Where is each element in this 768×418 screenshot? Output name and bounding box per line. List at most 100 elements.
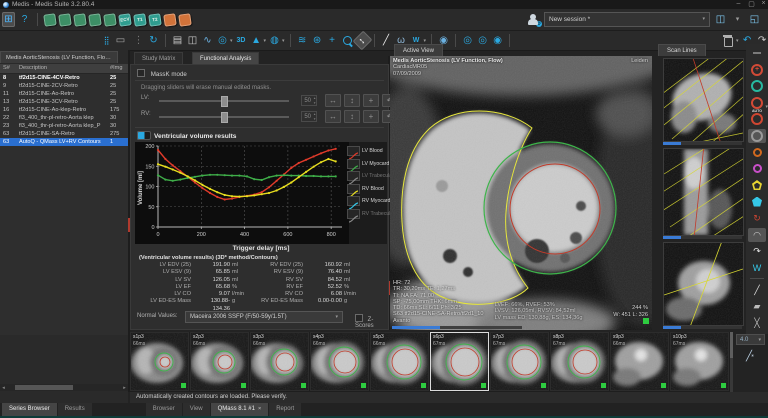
scan-lines-thumb-4cv[interactable] <box>663 58 744 142</box>
thumbnail-s2p3[interactable]: s2p366ms <box>190 332 249 391</box>
legend-item-lv-myocard[interactable]: LV Myocard <box>347 158 387 171</box>
app-qstrain-icon[interactable] <box>88 13 102 27</box>
delete-contour-icon[interactable]: ╳ <box>748 316 766 330</box>
scrollbar-thumb[interactable] <box>15 385 73 390</box>
settings-gear-icon[interactable]: ⊛ <box>311 33 324 48</box>
minimize-button[interactable]: – <box>732 0 745 7</box>
slider-spinbox[interactable]: 50▴▾ <box>301 111 317 122</box>
thumbnail-s7p3[interactable]: s7p367ms <box>490 332 549 391</box>
app-qflow-icon[interactable] <box>43 13 57 27</box>
qflow-icon-caret[interactable]: ▾ <box>230 38 233 44</box>
center-q-icon[interactable]: ◎ <box>476 33 489 48</box>
thumbnail-scrollbar[interactable] <box>730 332 733 392</box>
thumbnail-s8p3[interactable]: s8p367ms <box>550 332 609 391</box>
split-view-icon[interactable]: ◫ <box>186 33 199 48</box>
scan-thumb-3-scrollbar[interactable] <box>663 326 742 329</box>
table-row[interactable]: 9tf2d15-CINE-2CV-Retro25 <box>0 82 128 90</box>
expand-button[interactable]: + <box>363 110 379 123</box>
reset-view-icon[interactable]: ↻ <box>147 33 160 48</box>
scan-lines-thumb-lvot[interactable] <box>663 148 744 236</box>
mask-mode-checkbox[interactable] <box>137 69 145 77</box>
tab-study-matrix[interactable]: Study Matrix <box>134 52 183 64</box>
window-layout-icon[interactable]: ◫ <box>714 12 727 27</box>
table-row[interactable]: 23fl3_400_thr-pl-retro-Aorta klep_P30 <box>0 122 128 130</box>
lv-epi-contour-icon[interactable] <box>748 129 766 143</box>
rv-endo-contour-icon[interactable] <box>748 145 766 159</box>
spinbox-arrows-icon[interactable]: ▴▾ <box>314 112 316 122</box>
thumbnail-s1p3[interactable]: s1p366ms <box>130 332 189 391</box>
flip-rotate-icon[interactable]: ↷ <box>748 244 766 258</box>
slider-handle[interactable] <box>221 112 228 123</box>
cine-position-thumb[interactable] <box>392 326 440 329</box>
table-row[interactable]: 22fl3_400_thr-pl-retro-Aorta klep30 <box>0 114 128 122</box>
cone-view-icon-caret[interactable]: ▾ <box>264 38 267 44</box>
valve-plane-icon-caret[interactable]: ▾ <box>424 38 427 44</box>
app-qmap-t1-icon[interactable]: T1 <box>133 13 147 27</box>
bottom-tab-results[interactable]: Results <box>58 403 92 416</box>
tab-functional-analysis[interactable]: Functional Analysis <box>192 52 259 64</box>
thumbnail-s6p3[interactable]: s6p367ms <box>430 332 489 391</box>
cine-position-bar[interactable] <box>392 326 522 329</box>
browser-grid-layout-icon[interactable]: ⣿ <box>100 33 113 48</box>
app-qmass-icon[interactable] <box>58 13 72 27</box>
lv-endo-contour-icon[interactable] <box>748 112 766 126</box>
center-spiral-icon[interactable]: ◉ <box>491 33 504 48</box>
column-header-img[interactable]: #Img <box>110 64 128 73</box>
arc-tool-icon[interactable]: ◠ <box>748 228 766 242</box>
slider-spinbox[interactable]: 50▴▾ <box>301 95 317 106</box>
draw-tool-icon[interactable]: ╱ <box>748 283 766 297</box>
stretch-vertical-button[interactable]: ↕ <box>344 94 360 107</box>
scan-thumb-2-scrollbar[interactable] <box>663 236 742 239</box>
rv-epi-contour-icon[interactable] <box>748 162 766 176</box>
pin-icon[interactable]: × <box>258 406 261 412</box>
la-contour-icon[interactable] <box>748 178 766 192</box>
table-row[interactable]: 13tf2d15-CINE-3CV-Retro25 <box>0 98 128 106</box>
user-session-icon[interactable]: ⚙ <box>528 14 540 26</box>
scan-lines-tab[interactable]: Scan Lines <box>658 44 706 56</box>
thumbnail-s5p3[interactable]: s5p366ms <box>370 332 429 391</box>
pan-icon[interactable]: + <box>326 33 339 48</box>
study-tab[interactable]: Medis AorticStenosis (LV Function, Flow)… <box>0 51 118 63</box>
detect-epi-icon[interactable] <box>748 79 766 93</box>
series-table-hscrollbar[interactable]: ◂ ▸ <box>0 384 128 391</box>
bottom-tab-view[interactable]: View <box>183 403 210 416</box>
legend-item-lv-blood[interactable]: LV Blood <box>347 145 387 158</box>
thumbnail-zoom-select[interactable]: 4.0 ▾ <box>736 334 765 345</box>
close-button[interactable]: × <box>757 0 768 7</box>
spinbox-arrows-icon[interactable]: ▴▾ <box>314 96 316 106</box>
stretch-horizontal-button[interactable]: ↔ <box>325 110 341 123</box>
bottom-tab-series-browser[interactable]: Series Browser <box>2 403 57 416</box>
bottom-tab-browser[interactable]: Browser <box>146 403 182 416</box>
zoom-tool-icon[interactable] <box>341 33 354 48</box>
app-qmap-ecv-icon[interactable]: ECV <box>118 13 132 27</box>
series-table-header[interactable]: S#Description#Img <box>0 64 128 74</box>
scroll-left-arrow-icon[interactable]: ◂ <box>0 385 7 391</box>
expand-button[interactable]: + <box>363 94 379 107</box>
app-orange-1-icon[interactable] <box>163 13 177 27</box>
active-view-tab[interactable]: Active View <box>394 44 443 56</box>
thumbnail-s9p3[interactable]: s9p366ms <box>610 332 669 391</box>
chart-toggle-icon[interactable] <box>137 131 151 140</box>
cone-view-icon[interactable]: ▲ <box>250 33 263 48</box>
table-row[interactable]: 16tf2d15-CINE-Ao-klep-Retro175 <box>0 106 128 114</box>
center-point-icon[interactable]: ◎ <box>461 33 474 48</box>
curve-display-icon[interactable]: ∿ <box>201 33 214 48</box>
table-row[interactable]: 63tf2d15-CINE-SA-Retro275 <box>0 130 128 138</box>
scan-thumb-1-scrollbar[interactable] <box>663 142 742 145</box>
scan-lines-thumb-sax[interactable] <box>663 242 744 326</box>
valve-tool-icon[interactable]: W <box>748 261 766 275</box>
normal-values-select[interactable]: Maceira 2006 SSFP (F/50-59y/1.5T) ▾ <box>185 311 343 323</box>
app-qplaque-icon[interactable] <box>73 13 87 27</box>
thumbnail-s10p3[interactable]: s10p367ms <box>670 332 729 391</box>
active-view-image[interactable]: Medis AorticStenosis (LV Function, Flow)… <box>390 56 652 330</box>
delete-icon[interactable] <box>722 33 735 48</box>
app-orange-2-icon[interactable] <box>178 13 192 27</box>
select-tool-icon[interactable]: ↔ <box>352 31 372 51</box>
table-row[interactable]: 63AutoQ - QMass LV+RV Contours1 <box>0 138 128 146</box>
magic-wand-icon[interactable]: ╱ <box>742 350 756 364</box>
session-manager-icon[interactable]: ◱ <box>748 12 761 27</box>
thumbnail-s4p3[interactable]: s4p366ms <box>310 332 369 391</box>
line-tool-icon[interactable]: ╱ <box>380 33 393 48</box>
column-header-description[interactable]: Description <box>19 64 110 73</box>
globe-view-icon[interactable]: ◍ <box>268 33 281 48</box>
